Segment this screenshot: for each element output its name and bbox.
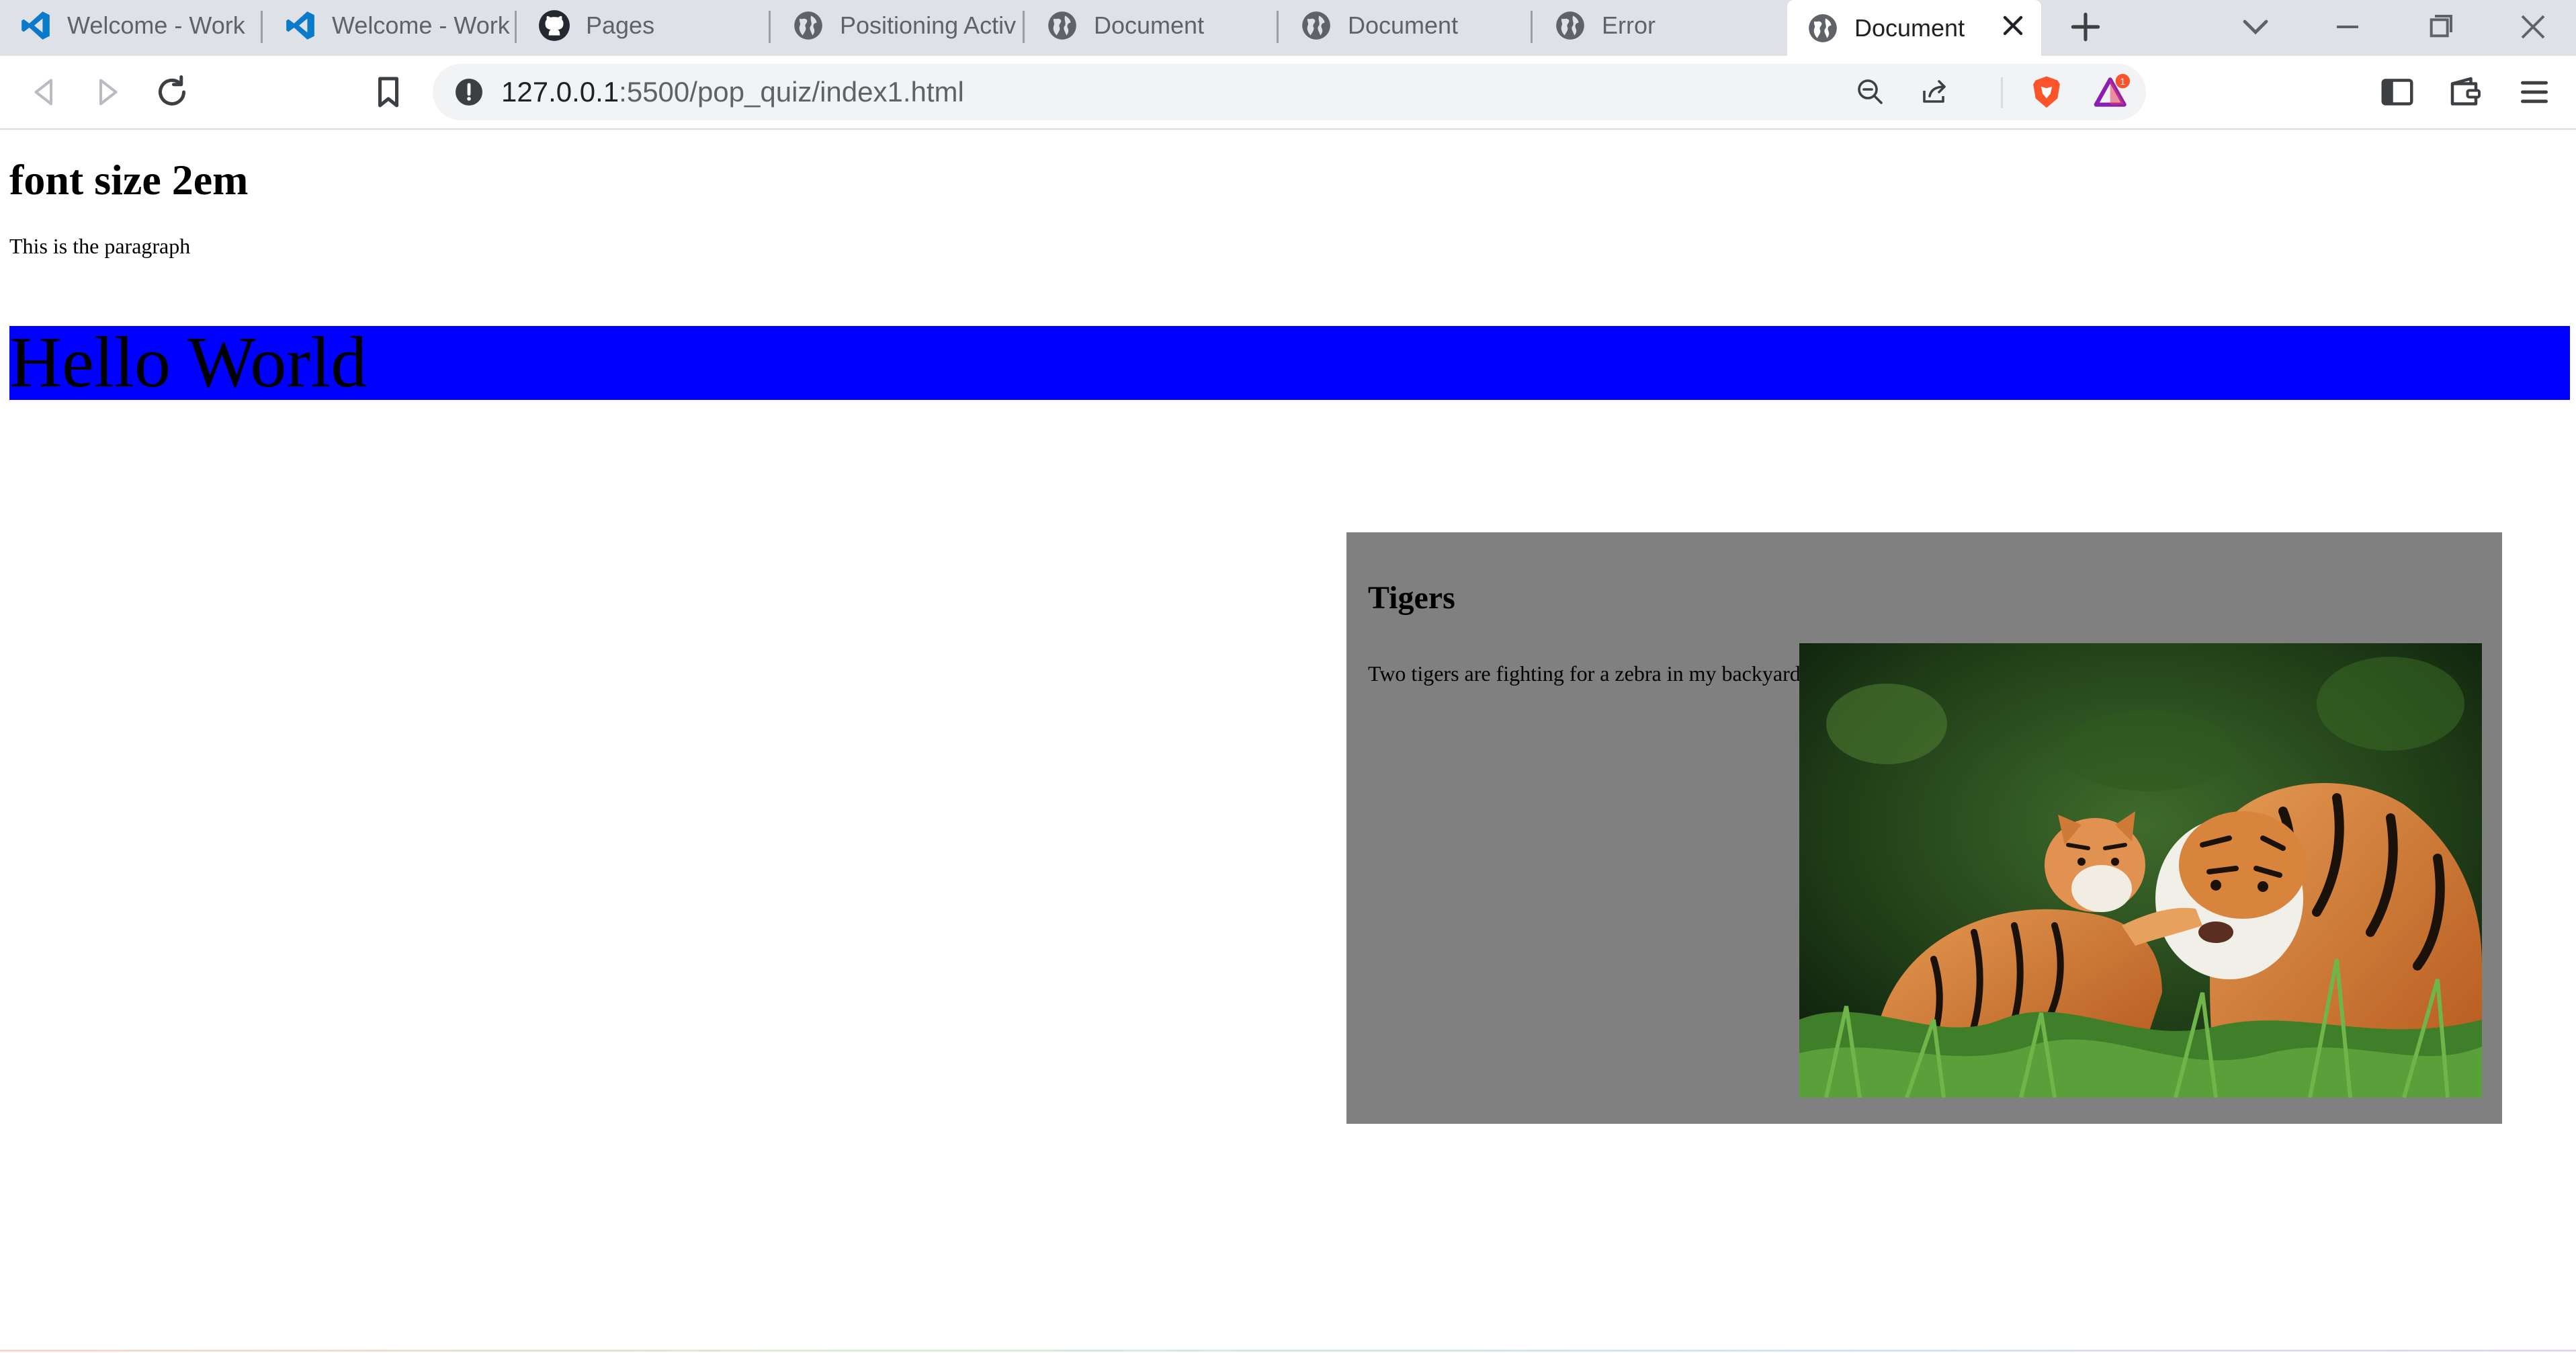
- bottom-edge: [0, 1350, 2576, 1352]
- url-text[interactable]: 127.0.0.1:5500/pop_quiz/index1.html: [501, 64, 964, 120]
- restore-icon[interactable]: [2419, 5, 2462, 48]
- url-host: 127.0.0.1: [501, 76, 619, 108]
- new-tab-icon[interactable]: [2067, 8, 2104, 46]
- menu-icon[interactable]: [2514, 72, 2554, 112]
- tigers-paragraph: Two tigers are fighting for a zebra in m…: [1368, 661, 1801, 686]
- browser-toolbar: 127.0.0.1:5500/pop_quiz/index1.html 1: [0, 56, 2576, 130]
- page-heading: font size 2em: [9, 156, 249, 204]
- tigers-section: Tigers Two tigers are fighting for a zeb…: [1346, 532, 2502, 1124]
- globe-icon: [1556, 11, 1584, 40]
- bookmark-icon[interactable]: [368, 72, 409, 112]
- omnibox-divider: [2001, 77, 2003, 108]
- tab-label: Welcome - Work: [332, 11, 510, 39]
- tab-search-icon[interactable]: [2234, 5, 2277, 48]
- tigers-heading: Tigers: [1368, 580, 1455, 616]
- reload-icon[interactable]: [152, 72, 192, 112]
- tab-label: Welcome - Work: [67, 11, 245, 39]
- tab-welcome-1[interactable]: Welcome - Work: [0, 0, 261, 51]
- minimize-icon[interactable]: [2326, 5, 2369, 48]
- tab-pages[interactable]: Pages: [519, 0, 767, 51]
- globe-icon: [1809, 13, 1837, 42]
- tab-separator: [1023, 11, 1025, 43]
- brave-rewards-icon[interactable]: 1: [2092, 73, 2131, 111]
- tab-label: Positioning Activ: [840, 11, 1017, 39]
- tab-document-1[interactable]: Document: [1027, 0, 1275, 51]
- rewards-badge: 1: [2120, 76, 2125, 87]
- window-close-icon[interactable]: [2511, 5, 2554, 48]
- page-content: font size 2em This is the paragraph Hell…: [0, 130, 2576, 1353]
- tab-label: Pages: [586, 11, 655, 39]
- sidebar-icon[interactable]: [2377, 72, 2417, 112]
- site-info-icon[interactable]: [453, 76, 485, 108]
- hello-world-banner: Hello World: [9, 326, 2570, 400]
- tab-document-2[interactable]: Document: [1281, 0, 1529, 51]
- tab-label: Error: [1602, 11, 1656, 39]
- tiger-photo: [1799, 643, 2482, 1098]
- vscode-icon: [22, 11, 50, 40]
- url-path: :5500/pop_quiz/index1.html: [619, 76, 964, 108]
- tab-welcome-2[interactable]: Welcome - Work: [265, 0, 513, 51]
- tab-positioning-activity[interactable]: Positioning Activ: [773, 0, 1021, 51]
- back-icon[interactable]: [24, 72, 65, 112]
- tab-document-active[interactable]: Document: [1787, 0, 2041, 56]
- tab-error[interactable]: Error: [1535, 0, 1783, 51]
- zoom-out-icon[interactable]: [1854, 76, 1887, 108]
- globe-icon: [1302, 11, 1330, 40]
- vscode-icon: [286, 11, 314, 40]
- tab-strip: Welcome - Work Welcome - Work Pages Posi…: [0, 0, 2576, 56]
- tab-separator: [261, 11, 263, 43]
- tab-separator: [1277, 11, 1279, 43]
- tab-separator: [515, 11, 517, 43]
- tab-separator: [1531, 11, 1533, 43]
- close-icon[interactable]: [1997, 9, 2029, 42]
- github-icon: [539, 10, 570, 41]
- brave-shields-icon[interactable]: [2028, 73, 2065, 111]
- page-paragraph: This is the paragraph: [9, 234, 191, 258]
- share-icon[interactable]: [1919, 76, 1951, 108]
- tab-separator: [769, 11, 771, 43]
- forward-icon[interactable]: [87, 72, 128, 112]
- globe-icon: [1048, 11, 1076, 40]
- tab-label: Document: [1348, 11, 1459, 39]
- tab-label: Document: [1854, 13, 1965, 42]
- tab-label: Document: [1094, 11, 1205, 39]
- wallet-icon[interactable]: [2446, 72, 2486, 112]
- globe-icon: [794, 11, 822, 40]
- address-bar[interactable]: 127.0.0.1:5500/pop_quiz/index1.html 1: [433, 64, 2146, 120]
